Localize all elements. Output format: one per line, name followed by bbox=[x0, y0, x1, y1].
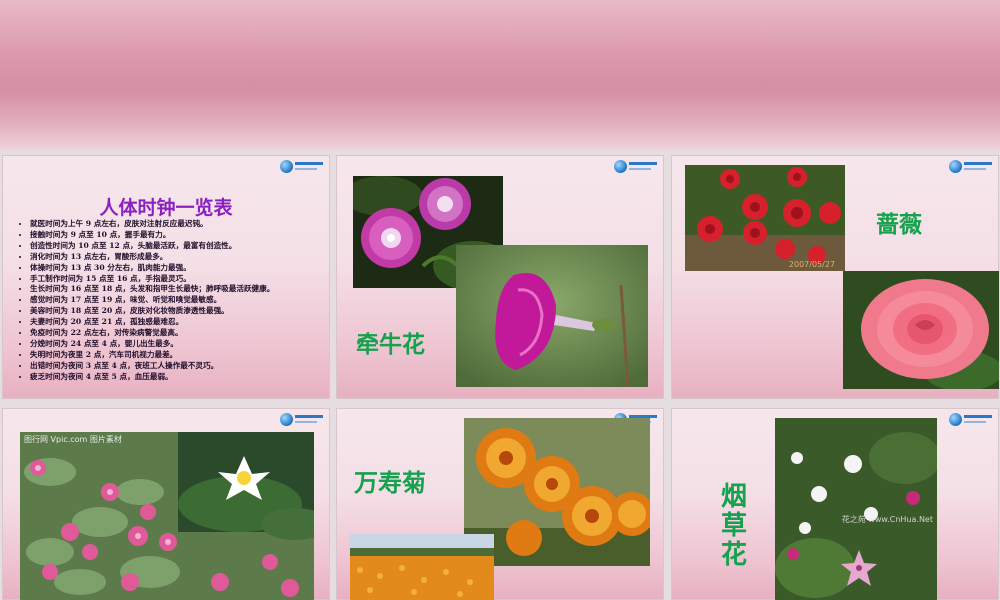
flower-name-label: 万寿菊 bbox=[354, 469, 426, 497]
flower-name-label: 牵牛花 bbox=[356, 332, 425, 358]
red-rose-photo: 2007/05/27 bbox=[685, 165, 845, 271]
list-item: 感觉时间为 17 点至 19 点，味觉、听觉和嗅觉最敏感。 bbox=[30, 295, 274, 306]
morning-glory-photo-2 bbox=[456, 245, 648, 387]
image-watermark: 花之苑 www.CnHua.Net bbox=[841, 515, 933, 524]
flower-name-label: 蔷薇 bbox=[876, 212, 922, 238]
slide-thumbnail-water-lily[interactable]: 图行网 Vpic.com 图片素材 bbox=[2, 408, 330, 600]
marigold-field-photo bbox=[350, 534, 494, 600]
slide-thumbnail-tobacco-flower[interactable]: 花之苑 www.CnHua.Net 烟草花 bbox=[671, 408, 999, 600]
list-item: 生长时间为 16 点至 18 点，头发和指甲生长最快；肺呼吸最活跃健康。 bbox=[30, 284, 274, 295]
slide-thumbnail-marigold[interactable]: 万寿菊 bbox=[336, 408, 664, 600]
flower-name-label: 烟草花 bbox=[721, 482, 748, 570]
slide-thumbnail-morning-glory[interactable]: 牵牛花 bbox=[336, 155, 664, 399]
pink-rose-photo bbox=[843, 271, 999, 389]
body-clock-list: 就医时间为上午 9 点左右，皮肤对注射反应最迟钝。 接触时间为 9 点至 10 … bbox=[18, 219, 274, 383]
site-logo-icon bbox=[280, 412, 324, 428]
list-item: 分娩时间为 24 点至 4 点，婴儿出生最多。 bbox=[30, 339, 274, 350]
list-item: 创造性时间为 10 点至 12 点，头脑最活跃，最富有创造性。 bbox=[30, 241, 274, 252]
list-item: 就医时间为上午 9 点左右，皮肤对注射反应最迟钝。 bbox=[30, 219, 274, 230]
list-item: 疲乏时间为夜间 4 点至 5 点，血压最弱。 bbox=[30, 372, 274, 383]
tobacco-flower-photo: 花之苑 www.CnHua.Net bbox=[775, 418, 937, 600]
list-item: 接触时间为 9 点至 10 点，握手最有力。 bbox=[30, 230, 274, 241]
site-logo-icon bbox=[949, 159, 993, 175]
site-logo-icon bbox=[280, 159, 324, 175]
site-logo-icon bbox=[949, 412, 993, 428]
list-item: 体操时间为 13 点 30 分左右，肌肉能力最强。 bbox=[30, 263, 274, 274]
list-item: 手工制作时间为 15 点至 16 点，手指最灵巧。 bbox=[30, 274, 274, 285]
slide-title: 人体时钟一览表 bbox=[99, 197, 233, 219]
slide-thumbnail-body-clock[interactable]: 人体时钟一览表 就医时间为上午 9 点左右，皮肤对注射反应最迟钝。 接触时间为 … bbox=[2, 155, 330, 399]
image-watermark: 图行网 Vpic.com 图片素材 bbox=[24, 435, 122, 444]
photo-date-stamp: 2007/05/27 bbox=[788, 260, 835, 269]
list-item: 夫妻时间为 20 点至 21 点，孤独感最难忍。 bbox=[30, 317, 274, 328]
header-banner bbox=[0, 0, 1000, 150]
list-item: 消化时间为 13 点左右，胃酸形成最多。 bbox=[30, 252, 274, 263]
water-lily-photo: 图行网 Vpic.com 图片素材 bbox=[20, 432, 314, 600]
slide-thumbnail-rose[interactable]: 2007/05/27 蔷薇 bbox=[671, 155, 999, 399]
list-item: 出错时间为夜间 3 点至 4 点，夜班工人操作最不灵巧。 bbox=[30, 361, 274, 372]
list-item: 美容时间为 18 点至 20 点，皮肤对化妆物质渗透性最强。 bbox=[30, 306, 274, 317]
list-item: 失明时间为夜里 2 点，汽车司机视力最差。 bbox=[30, 350, 274, 361]
site-logo-icon bbox=[614, 159, 658, 175]
list-item: 免疫时间为 22 点左右，对传染病警觉最高。 bbox=[30, 328, 274, 339]
